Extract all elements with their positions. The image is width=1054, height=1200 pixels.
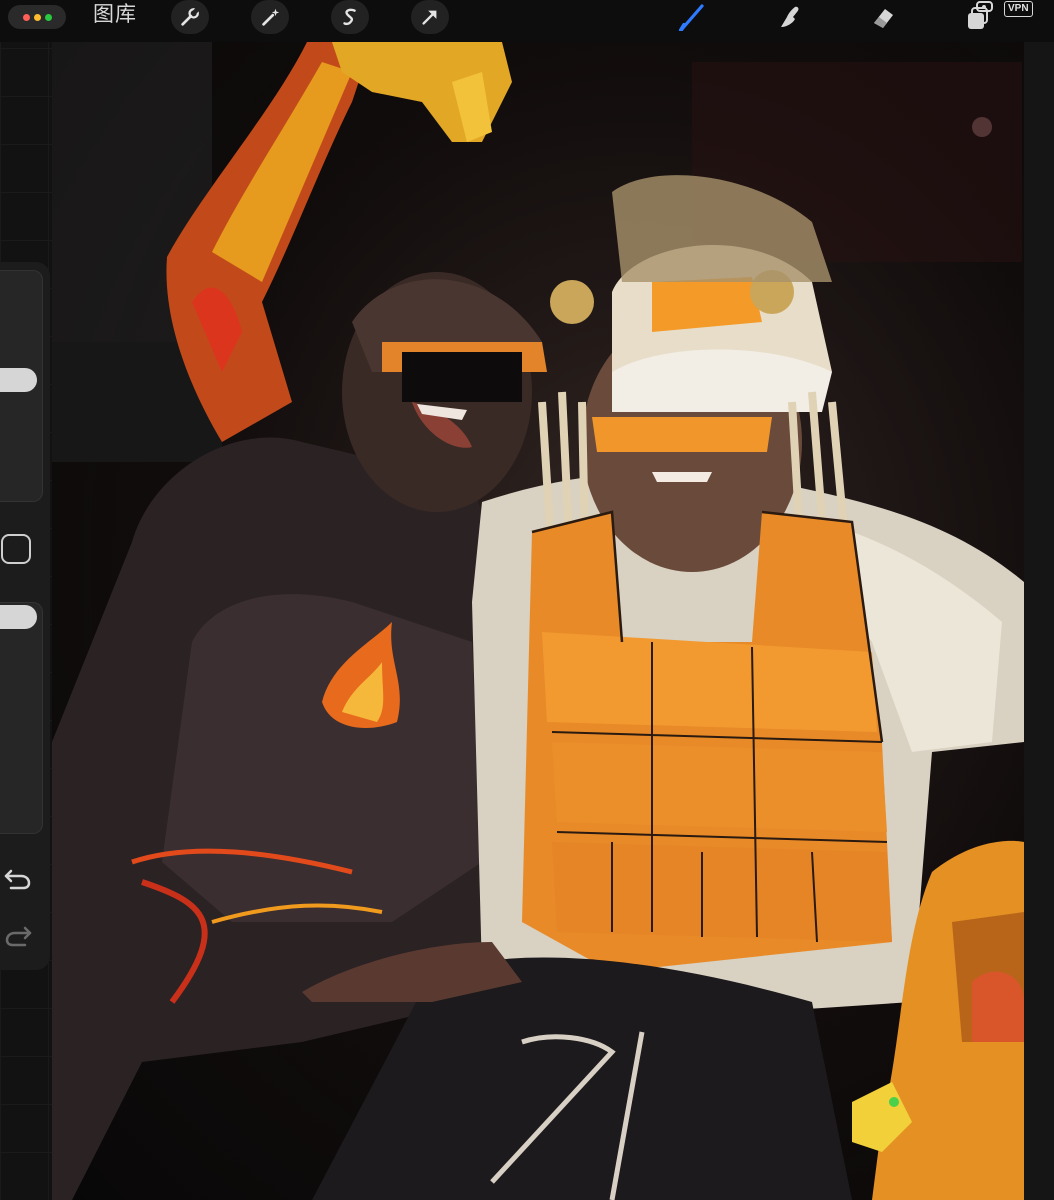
brush-size-handle[interactable] (0, 367, 37, 392)
brush-opacity-slider[interactable] (0, 602, 43, 834)
modify-button[interactable] (1, 534, 31, 564)
minimize-window-icon[interactable] (33, 13, 41, 21)
screen-mirror-icon (974, 0, 996, 16)
procreate-app: 图库 VPN (0, 0, 1054, 1200)
actions-button[interactable] (171, 0, 209, 34)
right-edge-panel (1024, 42, 1054, 1200)
drawing-canvas[interactable] (52, 42, 1024, 1200)
selection-s-icon (343, 8, 356, 26)
brush-icon (679, 4, 704, 31)
brush-size-slider[interactable] (0, 270, 43, 502)
brush-tool-button[interactable] (673, 0, 711, 34)
undo-button[interactable] (0, 860, 36, 896)
left-sidebar (0, 262, 50, 970)
brush-opacity-handle[interactable] (0, 605, 37, 629)
eraser-tool-button[interactable] (864, 0, 902, 34)
selection-button[interactable] (331, 0, 369, 34)
smudge-finger-icon (781, 6, 799, 27)
smudge-tool-button[interactable] (770, 0, 808, 34)
redo-button[interactable] (0, 917, 36, 953)
magic-wand-icon (262, 8, 280, 26)
eraser-icon (874, 9, 893, 28)
vpn-badge: VPN (1004, 1, 1033, 17)
arrow-cursor-icon (422, 10, 437, 25)
artwork-illustration (52, 42, 1024, 1200)
redo-icon (5, 926, 32, 947)
close-window-icon[interactable] (22, 13, 30, 21)
window-controls[interactable] (8, 5, 66, 29)
wrench-icon (181, 7, 200, 26)
top-toolbar: 图库 VPN (0, 0, 1054, 42)
zoom-window-icon[interactable] (44, 13, 52, 21)
gallery-button[interactable]: 图库 (93, 3, 137, 27)
undo-icon (4, 869, 31, 890)
adjustments-button[interactable] (251, 0, 289, 34)
transform-button[interactable] (411, 0, 449, 34)
